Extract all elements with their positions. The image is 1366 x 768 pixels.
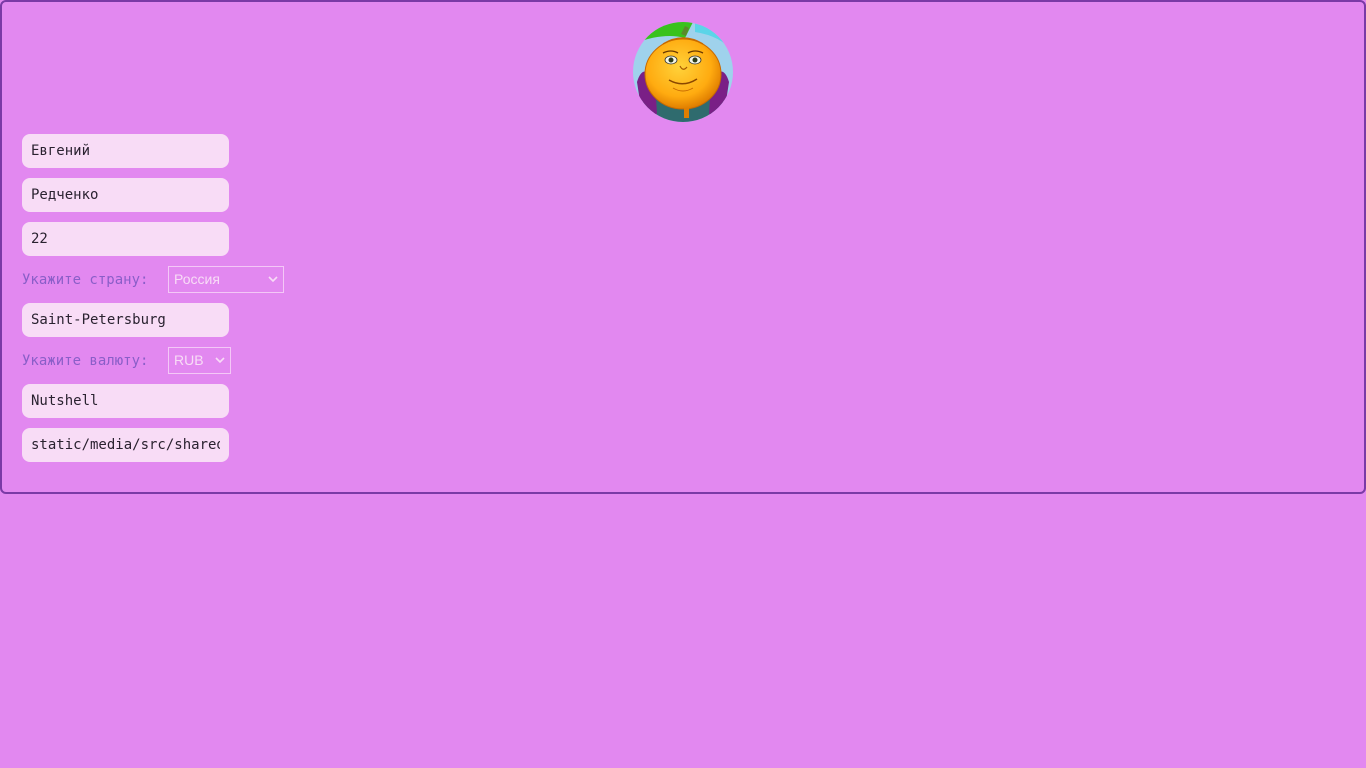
chevron-down-icon — [215, 357, 225, 364]
country-select[interactable]: Россия — [168, 266, 284, 293]
first-name-input[interactable] — [22, 134, 229, 168]
currency-select-value: RUB — [174, 352, 204, 368]
city-input[interactable] — [22, 303, 229, 337]
currency-select[interactable]: RUB — [168, 347, 231, 374]
pumpkin-avatar-icon — [633, 22, 733, 122]
chevron-down-icon — [268, 276, 278, 283]
profile-panel: Укажите страну: Россия Укажите валюту: R… — [0, 0, 1366, 494]
currency-label: Укажите валюту: — [22, 353, 149, 369]
country-label: Укажите страну: — [22, 272, 149, 288]
last-name-input[interactable] — [22, 178, 229, 212]
country-select-value: Россия — [174, 271, 220, 287]
age-input[interactable] — [22, 222, 229, 256]
avatar — [633, 22, 733, 122]
avatar-path-input[interactable] — [22, 428, 229, 462]
nickname-input[interactable] — [22, 384, 229, 418]
